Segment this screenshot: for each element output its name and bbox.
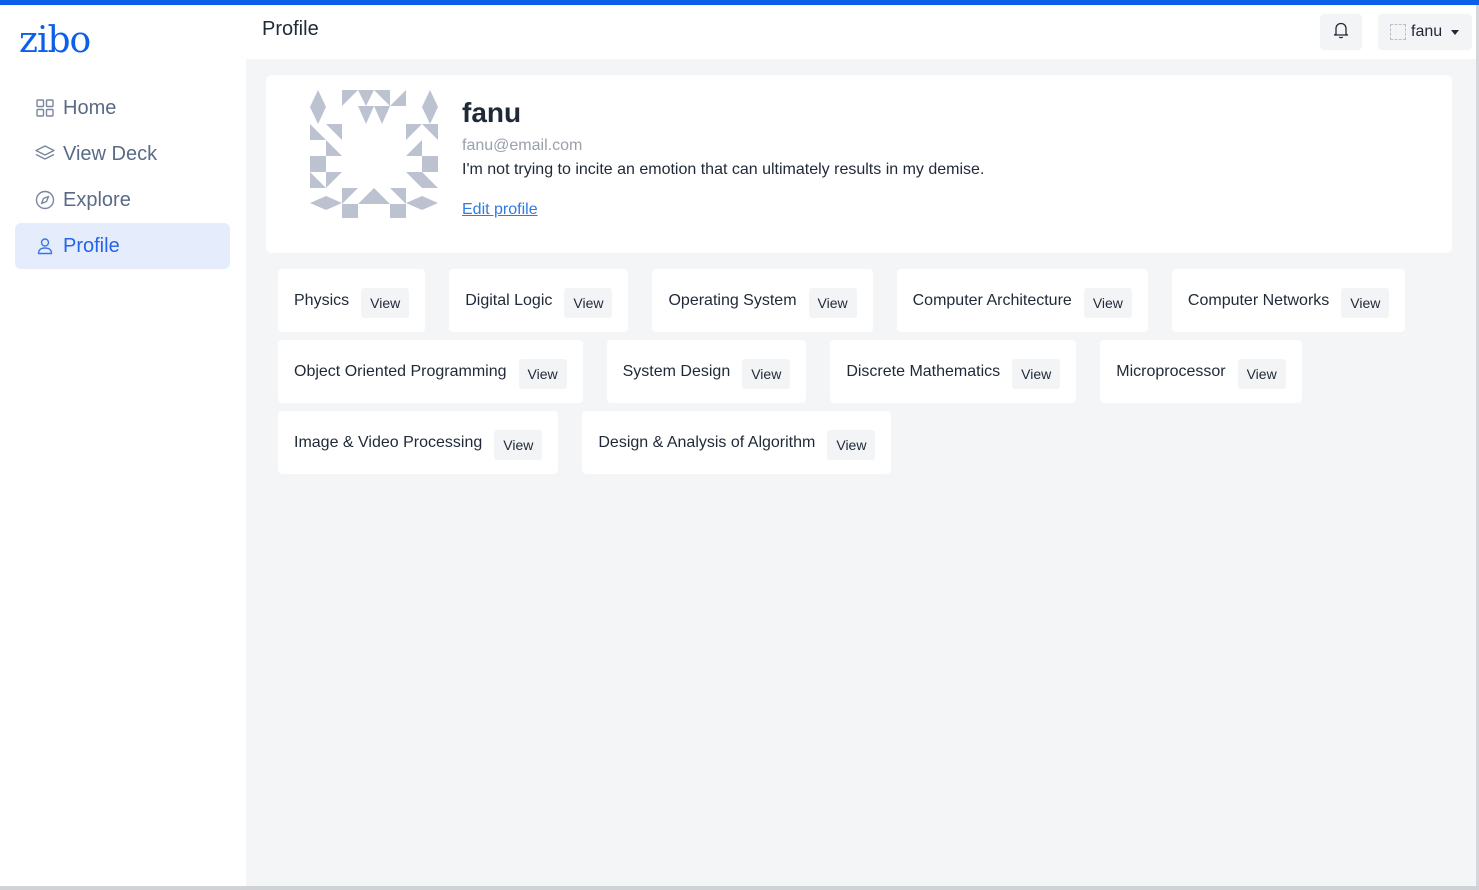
page-header: Profile fanu xyxy=(246,5,1476,59)
view-deck-button[interactable]: View xyxy=(1012,358,1061,389)
grid-icon xyxy=(35,98,55,118)
deck-name: Discrete Mathematics xyxy=(846,362,1001,380)
list-item: Design & Analysis of Algorithm View xyxy=(582,411,892,474)
list-item: Operating System View xyxy=(652,269,873,332)
view-deck-button[interactable]: View xyxy=(494,429,543,460)
notifications-button[interactable] xyxy=(1320,14,1362,50)
sidebar-item-label: Explore xyxy=(63,188,131,211)
sidebar-nav: Home View Deck Explore Profile xyxy=(15,85,230,269)
list-item: Computer Networks View xyxy=(1171,269,1406,332)
deck-name: Image & Video Processing xyxy=(294,433,483,451)
view-deck-button[interactable]: View xyxy=(1083,287,1132,318)
bell-icon xyxy=(1333,21,1349,44)
sidebar-item-explore[interactable]: Explore xyxy=(15,177,230,223)
list-item: Discrete Mathematics View xyxy=(830,340,1077,403)
caret-down-icon xyxy=(1451,29,1460,35)
view-deck-button[interactable]: View xyxy=(361,287,410,318)
layers-icon xyxy=(35,144,55,164)
sidebar-item-label: Home xyxy=(63,96,117,119)
list-item: Microprocessor View xyxy=(1100,340,1302,403)
view-deck-button[interactable]: View xyxy=(518,358,567,389)
list-item: System Design View xyxy=(606,340,807,403)
window-bottom-border xyxy=(0,886,1479,890)
compass-icon xyxy=(35,190,55,210)
deck-name: System Design xyxy=(622,362,731,380)
list-item: Physics View xyxy=(278,269,426,332)
user-menu-button[interactable]: fanu xyxy=(1378,14,1472,50)
deck-name: Operating System xyxy=(668,291,797,309)
list-item: Image & Video Processing View xyxy=(278,411,559,474)
page-title: Profile xyxy=(262,18,319,40)
edit-profile-link[interactable]: Edit profile xyxy=(462,201,538,219)
main-content: Profile fanu fanu fanu@email.com I'm not… xyxy=(246,5,1476,886)
deck-name: Digital Logic xyxy=(465,291,553,309)
user-icon xyxy=(35,236,55,256)
view-deck-button[interactable]: View xyxy=(564,287,613,318)
list-item: Digital Logic View xyxy=(449,269,629,332)
deck-name: Design & Analysis of Algorithm xyxy=(598,433,816,451)
profile-bio: I'm not trying to incite an emotion that… xyxy=(462,161,985,178)
profile-card: fanu fanu@email.com I'm not trying to in… xyxy=(266,75,1452,253)
deck-list: Physics View Digital Logic View Operatin… xyxy=(278,269,1448,482)
deck-name: Computer Architecture xyxy=(912,291,1072,309)
app-logo[interactable]: zibo xyxy=(19,23,91,59)
sidebar-item-view-deck[interactable]: View Deck xyxy=(15,131,230,177)
view-deck-button[interactable]: View xyxy=(827,429,876,460)
deck-name: Computer Networks xyxy=(1187,291,1330,309)
view-deck-button[interactable]: View xyxy=(742,358,791,389)
profile-name: fanu xyxy=(462,97,522,128)
sidebar: zibo Home View Deck Explore Profile xyxy=(0,5,246,886)
deck-name: Physics xyxy=(294,291,350,309)
sidebar-item-label: View Deck xyxy=(63,142,158,165)
sidebar-item-home[interactable]: Home xyxy=(15,85,230,131)
avatar xyxy=(1390,24,1406,40)
list-item: Computer Architecture View xyxy=(896,269,1148,332)
list-item: Object Oriented Programming View xyxy=(278,340,583,403)
deck-name: Object Oriented Programming xyxy=(294,362,507,380)
view-deck-button[interactable]: View xyxy=(808,287,857,318)
sidebar-item-label: Profile xyxy=(63,234,120,257)
view-deck-button[interactable]: View xyxy=(1341,287,1390,318)
profile-email: fanu@email.com xyxy=(462,137,583,154)
user-name: fanu xyxy=(1411,23,1443,40)
view-deck-button[interactable]: View xyxy=(1237,358,1286,389)
sidebar-item-profile[interactable]: Profile xyxy=(15,223,230,269)
avatar xyxy=(310,90,438,220)
deck-name: Microprocessor xyxy=(1116,362,1226,380)
